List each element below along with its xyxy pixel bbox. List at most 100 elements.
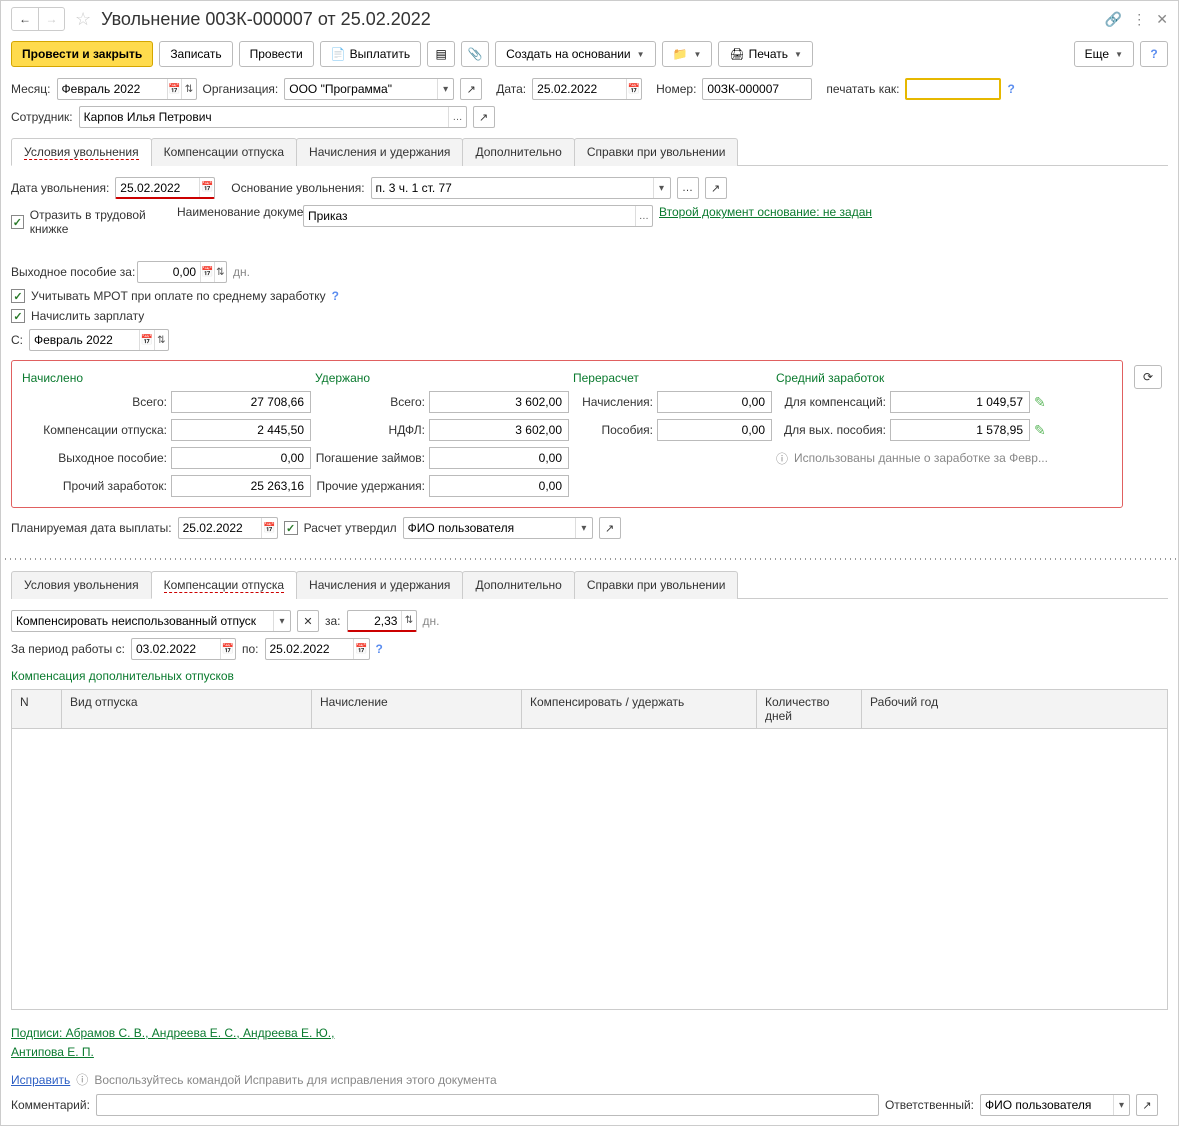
for-input[interactable] <box>348 612 402 630</box>
number-input[interactable] <box>703 80 811 98</box>
tab-additional-2[interactable]: Дополнительно <box>462 571 574 599</box>
tab-accruals-2[interactable]: Начисления и удержания <box>296 571 463 599</box>
menu-icon[interactable]: ⋮ <box>1132 11 1146 28</box>
resp-input[interactable] <box>981 1096 1113 1114</box>
tab-dismissal-conditions[interactable]: Условия увольнения <box>11 138 152 166</box>
sev-val[interactable] <box>171 447 311 469</box>
post-and-close-button[interactable]: Провести и закрыть <box>11 41 153 67</box>
dropdown-icon[interactable]: ▾ <box>437 79 453 99</box>
ellipsis-icon[interactable]: … <box>635 206 652 226</box>
loan-val[interactable] <box>429 447 569 469</box>
spinner-icon[interactable]: ⇅ <box>401 611 415 630</box>
approver-open-button[interactable]: ↗ <box>599 517 621 539</box>
spinner-icon[interactable]: ⇅ <box>214 262 226 282</box>
employee-input[interactable] <box>80 108 449 126</box>
folder-dropdown-button[interactable]: 📁▼ <box>662 41 713 67</box>
docname-input[interactable] <box>304 207 635 225</box>
accrue-salary-checkbox[interactable]: ✓ <box>11 309 25 323</box>
col-comp[interactable]: Компенсировать / удержать <box>522 690 757 728</box>
planned-date-input[interactable] <box>179 519 262 537</box>
date-input[interactable] <box>533 80 626 98</box>
pencil-icon[interactable]: ✎ <box>1034 422 1054 439</box>
dropdown-icon[interactable]: ▾ <box>575 518 591 538</box>
help-icon[interactable]: ? <box>1007 82 1014 96</box>
second-doc-link[interactable]: Второй документ основание: не задан <box>659 205 872 219</box>
spinner-icon[interactable]: ⇅ <box>154 330 168 350</box>
comp-type-input[interactable] <box>12 612 273 630</box>
basis-open-button[interactable]: ↗ <box>705 177 727 199</box>
col-days[interactable]: Количество дней <box>757 690 862 728</box>
tab-additional[interactable]: Дополнительно <box>462 138 574 166</box>
comp-clear-button[interactable]: ✕ <box>297 610 319 632</box>
other-val[interactable] <box>171 475 311 497</box>
calendar-icon[interactable]: 📅 <box>626 79 641 99</box>
from-input[interactable] <box>30 331 139 349</box>
col-year[interactable]: Рабочий год <box>862 690 1167 728</box>
col-n[interactable]: N <box>12 690 62 728</box>
tab-accruals[interactable]: Начисления и удержания <box>296 138 463 166</box>
comp-val[interactable] <box>171 419 311 441</box>
severance-input[interactable] <box>138 263 200 281</box>
avg-sev[interactable] <box>890 419 1030 441</box>
calendar-icon[interactable]: 📅 <box>199 178 214 197</box>
signatures-link-1[interactable]: Подписи: Абрамов С. В., Андреева Е. С., … <box>11 1024 1168 1043</box>
help-icon[interactable]: ? <box>332 289 339 303</box>
tab-vacation-comp-2[interactable]: Компенсации отпуска <box>151 571 297 599</box>
dismiss-date-input[interactable] <box>116 179 199 197</box>
avg-comp[interactable] <box>890 391 1030 413</box>
dropdown-icon[interactable]: ▾ <box>273 611 290 631</box>
dropdown-icon[interactable]: ▾ <box>653 178 670 198</box>
reflect-checkbox[interactable]: ✓ <box>11 215 24 229</box>
period-to-input[interactable] <box>266 640 354 658</box>
recalc-accr[interactable] <box>657 391 772 413</box>
pay-button[interactable]: 📄Выплатить <box>320 41 421 67</box>
approved-checkbox[interactable]: ✓ <box>284 521 298 535</box>
write-button[interactable]: Записать <box>159 41 232 67</box>
mrot-checkbox[interactable]: ✓ <box>11 289 25 303</box>
help-button[interactable]: ? <box>1140 41 1168 67</box>
basis-input[interactable] <box>372 179 653 197</box>
month-input[interactable] <box>58 80 167 98</box>
link-icon[interactable]: 🔗 <box>1105 11 1122 28</box>
withheld-total[interactable] <box>429 391 569 413</box>
print-as-input[interactable] <box>907 80 999 98</box>
calendar-icon[interactable]: 📅 <box>167 79 181 99</box>
table-body[interactable] <box>12 729 1167 1009</box>
close-icon[interactable]: ✕ <box>1156 11 1168 28</box>
calendar-icon[interactable]: 📅 <box>261 518 276 538</box>
calendar-icon[interactable]: 📅 <box>353 639 368 659</box>
more-button[interactable]: Еще▼ <box>1074 41 1134 67</box>
post-button[interactable]: Провести <box>239 41 314 67</box>
org-input[interactable] <box>285 80 437 98</box>
print-button[interactable]: 🖨Печать▼ <box>718 41 812 67</box>
calendar-icon[interactable]: 📅 <box>220 639 235 659</box>
help-icon[interactable]: ? <box>376 642 383 656</box>
create-based-button[interactable]: Создать на основании▼ <box>495 41 655 67</box>
employee-open-button[interactable]: ↗ <box>473 106 495 128</box>
pencil-icon[interactable]: ✎ <box>1034 394 1054 411</box>
other-withh-val[interactable] <box>429 475 569 497</box>
approver-input[interactable] <box>404 519 576 537</box>
org-open-button[interactable]: ↗ <box>460 78 482 100</box>
fix-link[interactable]: Исправить <box>11 1073 70 1087</box>
spinner-icon[interactable]: ⇅ <box>181 79 195 99</box>
refresh-button[interactable]: ⟳ <box>1134 365 1162 389</box>
tab-vacation-comp[interactable]: Компенсации отпуска <box>151 138 297 166</box>
calc-icon[interactable]: 📅 <box>200 262 213 282</box>
ndfl-val[interactable] <box>429 419 569 441</box>
favorite-icon[interactable]: ☆ <box>75 9 91 30</box>
dropdown-icon[interactable]: ▾ <box>1113 1095 1129 1115</box>
period-from-input[interactable] <box>132 640 220 658</box>
tab-dismissal-conditions-2[interactable]: Условия увольнения <box>11 571 152 599</box>
basis-ellipsis-button[interactable]: … <box>677 177 699 199</box>
accrued-total[interactable] <box>171 391 311 413</box>
col-accr[interactable]: Начисление <box>312 690 522 728</box>
structure-button[interactable]: ▤ <box>427 41 455 67</box>
ellipsis-icon[interactable]: … <box>448 107 465 127</box>
signatures-link-2[interactable]: Антипова Е. П. <box>11 1043 1168 1062</box>
attach-button[interactable]: 📎 <box>461 41 489 67</box>
col-type[interactable]: Вид отпуска <box>62 690 312 728</box>
forward-button[interactable]: → <box>38 8 64 30</box>
back-button[interactable]: ← <box>12 8 38 30</box>
tab-certificates-2[interactable]: Справки при увольнении <box>574 571 739 599</box>
